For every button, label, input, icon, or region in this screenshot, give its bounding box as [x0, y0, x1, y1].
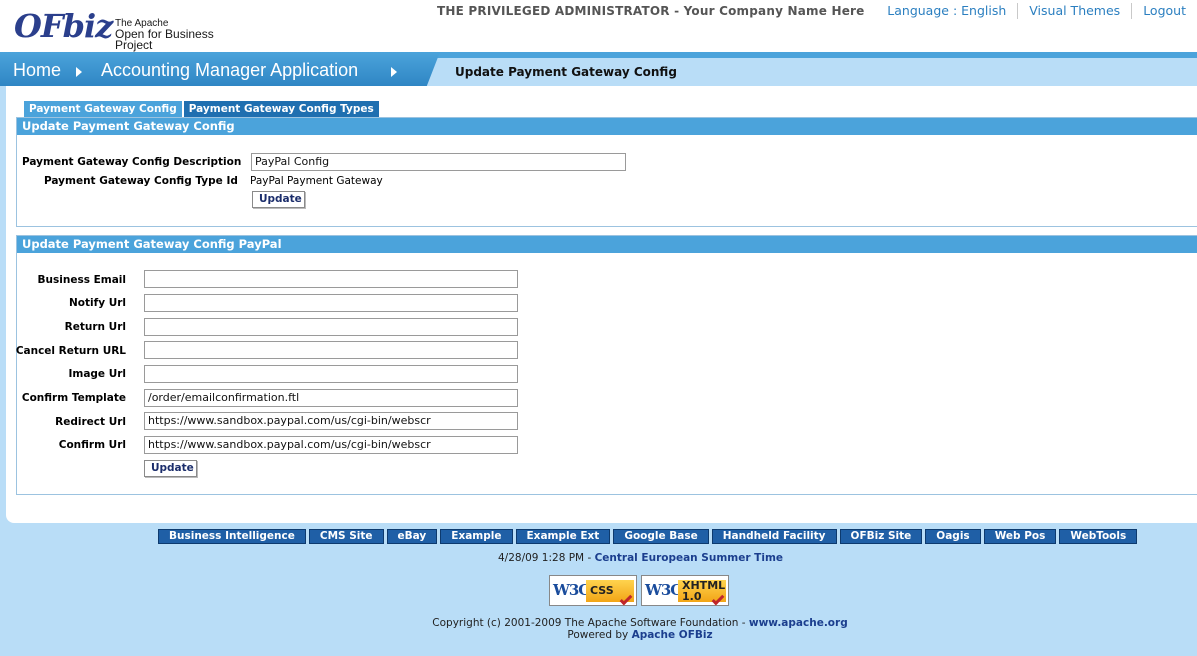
- update-config-title: Update Payment Gateway Config: [17, 118, 1197, 135]
- business-email-label: Business Email: [37, 274, 126, 286]
- image-url-input[interactable]: [144, 365, 518, 383]
- description-input[interactable]: PayPal Config: [251, 153, 626, 171]
- application-bar: Business Intelligence CMS Site eBay Exam…: [158, 529, 1140, 544]
- top-links: Language : English Visual Themes Logout: [876, 3, 1197, 19]
- update-config-button[interactable]: Update: [252, 191, 305, 208]
- update-paypal-button[interactable]: Update: [144, 460, 197, 477]
- w3c-xhtml-badge[interactable]: W3C XHTML 1.0: [641, 575, 729, 606]
- confirm-url-label: Confirm Url: [58, 439, 126, 451]
- confirm-url-input[interactable]: https://www.sandbox.paypal.com/us/cgi-bi…: [144, 436, 518, 454]
- paypal-config-title: Update Payment Gateway Config PayPal: [17, 236, 1197, 253]
- logout-link[interactable]: Logout: [1131, 3, 1197, 19]
- user-name: THE PRIVILEGED ADMINISTRATOR: [437, 4, 670, 18]
- confirm-template-input[interactable]: /order/emailconfirmation.ftl: [144, 389, 518, 407]
- type-id-label: Payment Gateway Config Type Id: [44, 175, 238, 187]
- user-info: THE PRIVILEGED ADMINISTRATOR - Your Comp…: [437, 4, 865, 18]
- timezone-link[interactable]: Central European Summer Time: [595, 552, 783, 564]
- business-email-input[interactable]: [144, 270, 518, 288]
- company-name: Your Company Name Here: [683, 4, 865, 18]
- app-cms-site[interactable]: CMS Site: [308, 529, 384, 544]
- app-web-pos[interactable]: Web Pos: [983, 529, 1057, 544]
- app-example-ext[interactable]: Example Ext: [515, 529, 611, 544]
- breadcrumb-arrow-icon: [76, 67, 82, 77]
- ofbiz-logo[interactable]: OFbiz The Apache Open for Business Proje…: [14, 6, 254, 52]
- visual-themes-link[interactable]: Visual Themes: [1017, 3, 1131, 19]
- tab-payment-gateway-config[interactable]: Payment Gateway Config: [24, 101, 182, 117]
- image-url-label: Image Url: [68, 368, 126, 380]
- footer-datetime: 4/28/09 1:28 PM - Central European Summe…: [497, 552, 784, 564]
- app-business-intelligence[interactable]: Business Intelligence: [158, 529, 306, 544]
- redirect-url-label: Redirect Url: [55, 416, 126, 428]
- app-ofbiz-site[interactable]: OFBiz Site: [839, 529, 923, 544]
- breadcrumb-bar: Home Accounting Manager Application Upda…: [0, 52, 1197, 86]
- breadcrumb-home[interactable]: Home: [13, 60, 61, 81]
- breadcrumb-arrow-icon: [391, 67, 397, 77]
- notify-url-label: Notify Url: [69, 297, 126, 309]
- cancel-return-url-input[interactable]: [144, 341, 518, 359]
- app-handheld-facility[interactable]: Handheld Facility: [711, 529, 837, 544]
- tab-bar: Payment Gateway Config Payment Gateway C…: [24, 101, 381, 117]
- app-example[interactable]: Example: [440, 529, 513, 544]
- app-ebay[interactable]: eBay: [386, 529, 438, 544]
- logo-wordmark: OFbiz: [14, 7, 113, 45]
- return-url-label: Return Url: [64, 321, 126, 333]
- return-url-input[interactable]: [144, 318, 518, 336]
- datetime-text: 4/28/09 1:28 PM: [497, 552, 585, 564]
- confirm-template-label: Confirm Template: [21, 392, 126, 404]
- notify-url-input[interactable]: [144, 294, 518, 312]
- tab-payment-gateway-config-types[interactable]: Payment Gateway Config Types: [183, 101, 379, 117]
- language-link[interactable]: Language : English: [876, 3, 1017, 19]
- breadcrumb-app[interactable]: Accounting Manager Application: [101, 60, 358, 81]
- cancel-return-url-label: Cancel Return URL: [15, 345, 126, 357]
- page-title: Update Payment Gateway Config: [455, 65, 677, 79]
- description-label: Payment Gateway Config Description: [22, 156, 242, 168]
- copyright: Copyright (c) 2001-2009 The Apache Softw…: [432, 617, 848, 641]
- app-webtools[interactable]: WebTools: [1059, 529, 1138, 544]
- type-id-value: PayPal Payment Gateway: [250, 175, 383, 187]
- update-config-box: Update Payment Gateway Config: [16, 117, 1197, 227]
- ofbiz-link[interactable]: Apache OFBiz: [632, 629, 713, 641]
- apache-link[interactable]: www.apache.org: [749, 617, 848, 629]
- logo-tagline: The Apache Open for Business Project: [115, 18, 214, 52]
- redirect-url-input[interactable]: https://www.sandbox.paypal.com/us/cgi-bi…: [144, 412, 518, 430]
- header: OFbiz The Apache Open for Business Proje…: [0, 0, 1197, 52]
- app-oagis[interactable]: Oagis: [925, 529, 981, 544]
- app-google-base[interactable]: Google Base: [613, 529, 709, 544]
- w3c-css-badge[interactable]: W3C CSS: [549, 575, 637, 606]
